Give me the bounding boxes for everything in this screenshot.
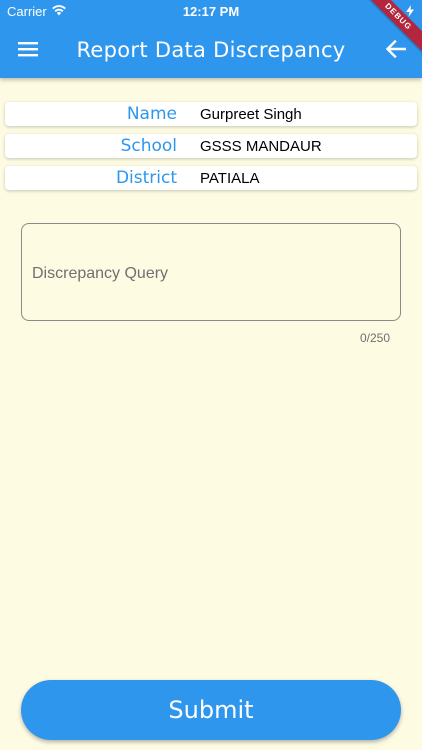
info-label: Name (126, 104, 177, 124)
info-value: GSSS MANDAUR (200, 138, 322, 155)
app-bar: Carrier 12:17 PM DEBUG Report Data Discr… (0, 0, 422, 78)
info-value: Gurpreet Singh (200, 106, 302, 123)
submit-button[interactable]: Submit (21, 680, 401, 740)
info-label: School (120, 136, 177, 156)
status-bar: Carrier 12:17 PM (0, 0, 422, 22)
discrepancy-query-input[interactable]: Discrepancy Query (21, 223, 401, 321)
status-time: 12:17 PM (182, 4, 240, 19)
character-counter: 0/250 (359, 331, 390, 345)
query-placeholder: Discrepancy Query (32, 265, 169, 282)
info-value: PATIALA (200, 170, 260, 187)
info-row-name: Name Gurpreet Singh (5, 102, 417, 126)
info-label: District (115, 168, 177, 188)
info-row-district: District PATIALA (5, 166, 417, 190)
info-row-school: School GSSS MANDAUR (5, 134, 417, 158)
arrow-left-icon[interactable] (386, 40, 406, 58)
page-title: Report Data Discrepancy (76, 38, 346, 62)
